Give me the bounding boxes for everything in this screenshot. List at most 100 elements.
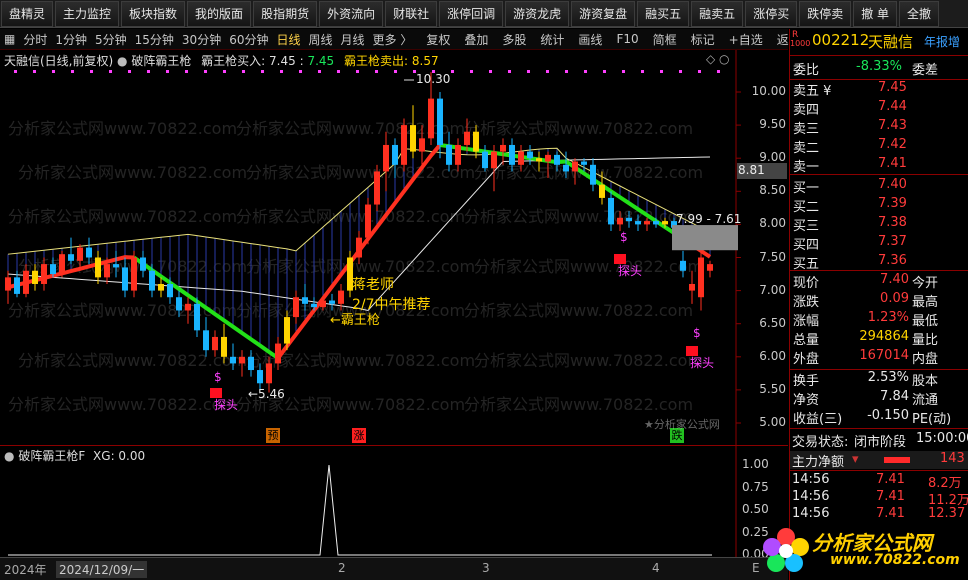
toolbar-button[interactable]: 涨停回调 xyxy=(439,1,504,27)
candle-body[interactable] xyxy=(140,257,146,271)
candle-body[interactable] xyxy=(365,204,371,238)
candle-body[interactable] xyxy=(122,267,128,291)
toolbar-button[interactable]: 融买五 xyxy=(637,1,690,27)
candle-body[interactable] xyxy=(419,138,425,152)
candle-body[interactable] xyxy=(320,300,326,308)
candle-body[interactable] xyxy=(131,257,137,291)
sub-indicator-chart[interactable]: ● 破阵霸王枪F XG: 0.00 1.00 0.75 0.50 0.25 0.00 xyxy=(0,445,788,561)
period-tab[interactable]: 60分钟 xyxy=(225,31,272,48)
candle-body[interactable] xyxy=(491,151,497,169)
candle-body[interactable] xyxy=(284,317,290,344)
toolbar-button[interactable]: 跌停卖 xyxy=(799,1,852,27)
ask-row[interactable]: 卖一 7.41 xyxy=(790,156,968,175)
period-tab[interactable]: 分时 xyxy=(19,31,51,48)
candle-body[interactable] xyxy=(23,270,29,294)
candle-body[interactable] xyxy=(563,164,569,172)
candle-body[interactable] xyxy=(689,283,695,291)
candle-body[interactable] xyxy=(311,303,317,308)
candle-body[interactable] xyxy=(392,144,398,165)
ask-row[interactable]: 卖二 7.42 xyxy=(790,137,968,156)
candle-body[interactable] xyxy=(32,270,38,284)
indicator-name[interactable]: 破阵霸王枪 xyxy=(131,54,191,68)
candle-body[interactable] xyxy=(203,330,209,351)
toolbar-button[interactable]: 融卖五 xyxy=(691,1,744,27)
candle-body[interactable] xyxy=(104,264,110,278)
tool-button[interactable]: 多股 xyxy=(498,31,530,48)
candle-body[interactable] xyxy=(572,161,578,172)
candle-body[interactable] xyxy=(257,370,263,384)
candle-body[interactable] xyxy=(473,131,479,152)
candle-body[interactable] xyxy=(608,197,614,225)
bid-row[interactable]: 买四 7.37 xyxy=(790,234,968,253)
tool-button[interactable]: 叠加 xyxy=(460,31,492,48)
kline-canvas[interactable]: 分析家公式网www.70822.com分析家公式网www.70822.com分析… xyxy=(0,50,788,445)
toolbar-button[interactable]: 全撤 xyxy=(899,1,940,27)
candle-body[interactable] xyxy=(356,237,362,258)
bid-row[interactable]: 买一 7.40 xyxy=(790,177,968,196)
candle-body[interactable] xyxy=(50,264,56,275)
candle-body[interactable] xyxy=(635,221,641,225)
period-tab[interactable]: 15分钟 xyxy=(131,31,178,48)
candle-body[interactable] xyxy=(527,151,533,159)
tool-button[interactable]: 统计 xyxy=(536,31,568,48)
candle-body[interactable] xyxy=(158,283,164,291)
candle-body[interactable] xyxy=(194,303,200,331)
chart-corner-icons[interactable]: ◇ ○ xyxy=(706,52,730,66)
tool-button[interactable]: 复权 xyxy=(422,31,454,48)
period-tab[interactable]: 月线 xyxy=(337,31,369,48)
toolbar-button[interactable]: 游资复盘 xyxy=(571,1,636,27)
candle-body[interactable] xyxy=(149,270,155,291)
tool-button[interactable]: +自选 xyxy=(725,31,767,48)
candle-body[interactable] xyxy=(554,154,560,165)
candle-body[interactable] xyxy=(617,217,623,225)
toolbar-button[interactable]: 外资流向 xyxy=(319,1,384,27)
tool-button[interactable]: 简框 xyxy=(649,31,681,48)
candle-body[interactable] xyxy=(95,257,101,278)
net-dropdown-icon[interactable]: ▾ xyxy=(852,452,859,467)
toolbar-button[interactable]: 财联社 xyxy=(385,1,438,27)
candle-body[interactable] xyxy=(176,297,182,311)
period-tab[interactable]: 更多 〉 xyxy=(369,31,417,48)
candle-body[interactable] xyxy=(500,144,506,152)
candle-body[interactable] xyxy=(680,260,686,271)
toolbar-button[interactable]: 股指期货 xyxy=(253,1,318,27)
candle-body[interactable] xyxy=(248,356,254,371)
candle-body[interactable] xyxy=(239,356,245,364)
candle-body[interactable] xyxy=(293,297,299,318)
bid-row[interactable]: 买五 7.36 xyxy=(790,253,968,272)
candle-body[interactable] xyxy=(644,221,650,225)
ask-row[interactable]: 卖四 7.44 xyxy=(790,99,968,118)
candle-body[interactable] xyxy=(662,221,668,225)
candle-body[interactable] xyxy=(212,336,218,351)
candle-body[interactable] xyxy=(230,356,236,364)
candle-body[interactable] xyxy=(329,300,335,304)
tool-button[interactable]: F10 xyxy=(612,32,642,46)
candle-body[interactable] xyxy=(338,290,344,304)
toolbar-button[interactable]: 撤 单 xyxy=(853,1,898,27)
candle-body[interactable] xyxy=(113,264,119,268)
bid-row[interactable]: 买二 7.39 xyxy=(790,196,968,215)
candle-body[interactable] xyxy=(464,131,470,145)
layout-grid-icon[interactable]: ▦ xyxy=(0,32,19,46)
candle-body[interactable] xyxy=(185,303,191,311)
period-tab[interactable]: 30分钟 xyxy=(178,31,225,48)
candle-body[interactable] xyxy=(518,151,524,165)
candle-body[interactable] xyxy=(41,264,47,284)
candle-body[interactable] xyxy=(707,264,713,271)
toolbar-button[interactable]: 主力监控 xyxy=(55,1,120,27)
candle-body[interactable] xyxy=(86,247,92,258)
candle-body[interactable] xyxy=(14,277,20,294)
toolbar-button[interactable]: 涨停买 xyxy=(745,1,798,27)
tool-button[interactable]: 画线 xyxy=(574,31,606,48)
candle-body[interactable] xyxy=(428,98,434,139)
candle-body[interactable] xyxy=(446,144,452,165)
toolbar-button[interactable]: 我的版面 xyxy=(187,1,252,27)
candle-body[interactable] xyxy=(455,144,461,165)
candle-body[interactable] xyxy=(599,184,605,198)
main-kline-chart[interactable]: 分析家公式网www.70822.com 分析家公式网www.70822.com 分析… xyxy=(0,50,788,445)
candle-body[interactable] xyxy=(275,343,281,364)
candle-body[interactable] xyxy=(77,247,83,261)
candle-body[interactable] xyxy=(509,144,515,165)
period-tab[interactable]: 日线 xyxy=(272,31,304,48)
candle-body[interactable] xyxy=(626,217,632,222)
